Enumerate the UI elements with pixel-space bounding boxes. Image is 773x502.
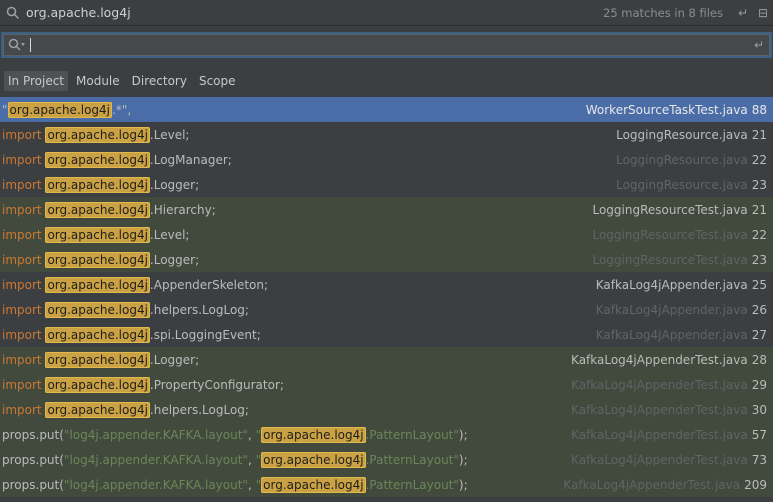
match-highlight: org.apache.log4j [7, 101, 113, 118]
match-highlight: org.apache.log4j [261, 451, 366, 468]
match-highlight: org.apache.log4j [45, 301, 150, 318]
line-number: 209 [744, 477, 767, 492]
filter-search-icon[interactable] [4, 38, 26, 52]
line-number: 26 [751, 302, 767, 317]
line-number: 22 [751, 152, 767, 167]
line-number: 30 [751, 402, 767, 417]
result-row[interactable]: import org.apache.log4j .spi.LoggingEvent… [0, 322, 773, 347]
result-row[interactable]: import org.apache.log4j .LogManager; Logg… [0, 147, 773, 172]
match-highlight: org.apache.log4j [45, 151, 150, 168]
line-number: 21 [751, 202, 767, 217]
file-name: KafkaLog4jAppender.java [595, 327, 748, 342]
code-snippet: " org.apache.log4j .*", [2, 101, 132, 118]
enter-icon[interactable]: ↵ [749, 38, 769, 52]
file-name: LoggingResourceTest.java [592, 252, 748, 267]
result-row[interactable]: import org.apache.log4j .Logger; LoggingR… [0, 172, 773, 197]
file-name: KafkaLog4jAppenderTest.java [571, 352, 748, 367]
file-name: LoggingResource.java [616, 152, 748, 167]
result-row[interactable]: import org.apache.log4j .Hierarchy; Loggi… [0, 197, 773, 222]
match-highlight: org.apache.log4j [261, 426, 366, 443]
line-number: 73 [751, 452, 767, 467]
match-count: 25 matches in 8 files [603, 5, 723, 20]
pin-icon[interactable]: ⊟ [753, 6, 773, 20]
match-highlight: org.apache.log4j [261, 476, 366, 493]
file-name: KafkaLog4jAppenderTest.java [571, 452, 748, 467]
code-snippet: import org.apache.log4j .spi.LoggingEvent… [2, 326, 261, 343]
tab-scope[interactable]: Scope [195, 71, 240, 91]
match-highlight: org.apache.log4j [45, 201, 150, 218]
match-highlight: org.apache.log4j [45, 401, 150, 418]
file-name: LoggingResource.java [616, 127, 748, 142]
result-row[interactable]: props.put("log4j.appender.KAFKA.layout",… [0, 472, 773, 497]
line-number: 29 [751, 377, 767, 392]
code-snippet: import org.apache.log4j .Logger; [2, 251, 200, 268]
match-highlight: org.apache.log4j [45, 351, 150, 368]
code-snippet: import org.apache.log4j .LogManager; [2, 151, 232, 168]
code-snippet: props.put("log4j.appender.KAFKA.layout",… [2, 451, 468, 468]
result-row[interactable]: import org.apache.log4j .Logger; LoggingR… [0, 247, 773, 272]
code-snippet: import org.apache.log4j .Logger; [2, 176, 200, 193]
match-highlight: org.apache.log4j [45, 276, 150, 293]
tab-directory[interactable]: Directory [128, 71, 191, 91]
line-number: 28 [751, 352, 767, 367]
file-mask-filter[interactable]: ↵ [3, 34, 770, 56]
result-row[interactable]: " org.apache.log4j .*", WorkerSourceTaskTe… [0, 97, 773, 122]
filter-input[interactable] [31, 36, 749, 54]
file-name: WorkerSourceTaskTest.java [585, 102, 748, 117]
result-row[interactable]: import org.apache.log4j .helpers.LogLog; … [0, 397, 773, 422]
line-number: 23 [751, 252, 767, 267]
match-highlight: org.apache.log4j [45, 176, 150, 193]
code-snippet: import org.apache.log4j .Level; [2, 226, 190, 243]
code-snippet: import org.apache.log4j .Hierarchy; [2, 201, 216, 218]
code-snippet: import org.apache.log4j .helpers.LogLog; [2, 401, 249, 418]
file-name: KafkaLog4jAppenderTest.java [563, 477, 741, 492]
enter-icon[interactable]: ↵ [733, 6, 753, 20]
result-row[interactable]: import org.apache.log4j .AppenderSkeleton… [0, 272, 773, 297]
line-number: 88 [751, 102, 767, 117]
search-query[interactable]: org.apache.log4j [26, 5, 603, 20]
scope-tabs: In Project Module Directory Scope [4, 70, 240, 92]
code-snippet: import org.apache.log4j .AppenderSkeleton… [2, 276, 269, 293]
file-name: KafkaLog4jAppenderTest.java [571, 402, 748, 417]
code-snippet: props.put("log4j.appender.KAFKA.layout",… [2, 426, 468, 443]
result-row[interactable]: import org.apache.log4j .PropertyConfigur… [0, 372, 773, 397]
code-snippet: props.put("log4j.appender.KAFKA.layout",… [2, 476, 468, 493]
results-list: " org.apache.log4j .*", WorkerSourceTaskTe… [0, 97, 773, 502]
line-number: 23 [751, 177, 767, 192]
result-row[interactable]: props.put("log4j.appender.KAFKA.layout",… [0, 422, 773, 447]
find-in-path-bar: org.apache.log4j 25 matches in 8 files ↵… [0, 0, 773, 26]
match-highlight: org.apache.log4j [45, 376, 150, 393]
result-row[interactable]: import org.apache.log4j .Level; LoggingRe… [0, 122, 773, 147]
match-highlight: org.apache.log4j [45, 126, 150, 143]
file-name: LoggingResourceTest.java [592, 202, 748, 217]
file-name: KafkaLog4jAppender.java [595, 302, 748, 317]
line-number: 27 [751, 327, 767, 342]
line-number: 21 [751, 127, 767, 142]
result-row[interactable]: import org.apache.log4j .helpers.LogLog; … [0, 297, 773, 322]
code-snippet: import org.apache.log4j .helpers.LogLog; [2, 301, 249, 318]
file-name: LoggingResource.java [616, 177, 748, 192]
file-name: KafkaLog4jAppender.java [595, 277, 748, 292]
tab-in-project[interactable]: In Project [4, 71, 69, 91]
file-name: KafkaLog4jAppenderTest.java [571, 377, 748, 392]
result-row[interactable]: props.put("log4j.appender.KAFKA.layout",… [0, 447, 773, 472]
match-highlight: org.apache.log4j [45, 326, 150, 343]
file-name: LoggingResourceTest.java [592, 227, 748, 242]
code-snippet: import org.apache.log4j .Level; [2, 126, 190, 143]
line-number: 57 [751, 427, 767, 442]
result-row[interactable]: import org.apache.log4j .Logger; KafkaLog… [0, 347, 773, 372]
line-number: 25 [751, 277, 767, 292]
match-highlight: org.apache.log4j [45, 226, 150, 243]
file-name: KafkaLog4jAppenderTest.java [571, 427, 748, 442]
match-highlight: org.apache.log4j [45, 251, 150, 268]
result-row[interactable]: import org.apache.log4j .Level; LoggingRe… [0, 222, 773, 247]
search-icon[interactable] [0, 6, 26, 20]
code-snippet: import org.apache.log4j .Logger; [2, 351, 200, 368]
code-snippet: import org.apache.log4j .PropertyConfigur… [2, 376, 284, 393]
tab-module[interactable]: Module [72, 71, 124, 91]
line-number: 22 [751, 227, 767, 242]
